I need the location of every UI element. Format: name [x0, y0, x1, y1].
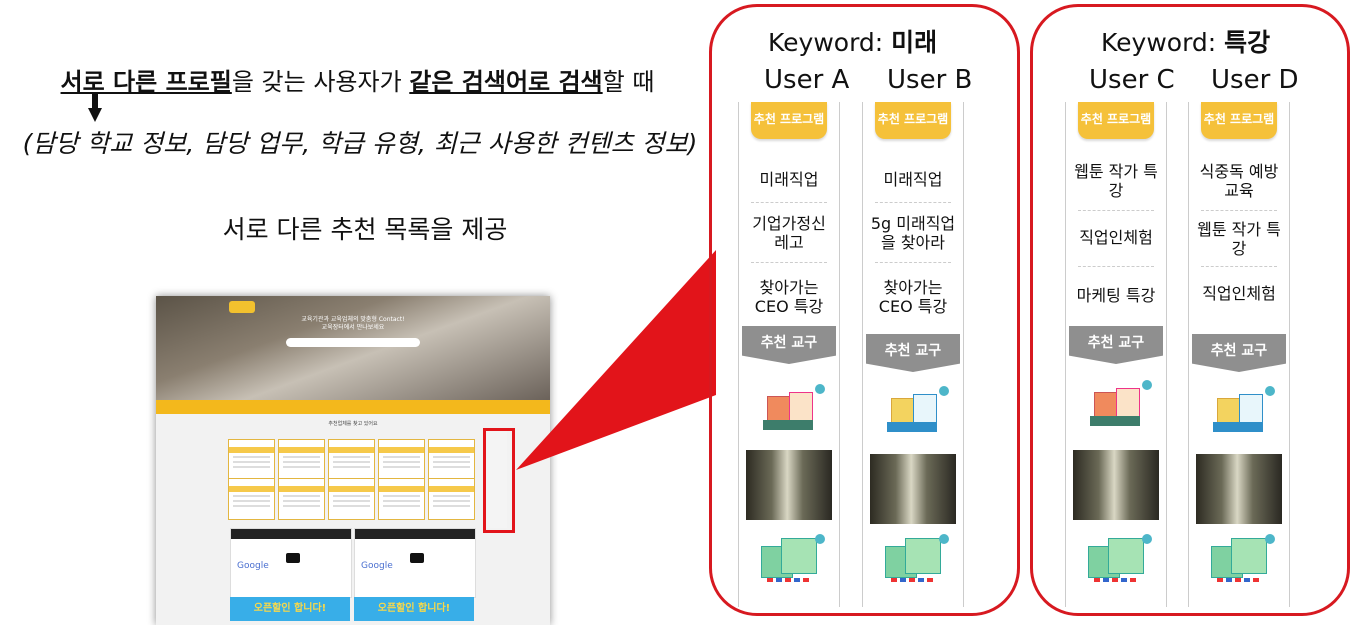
tool-game-image[interactable] [761, 534, 825, 582]
site-card[interactable] [378, 478, 425, 520]
site-card[interactable] [428, 478, 475, 520]
user-label: User A [764, 65, 850, 95]
video-brand: Google [361, 561, 393, 571]
site-promo-banner[interactable]: 오픈할인 합니다! [354, 597, 474, 621]
user-label: User C [1089, 65, 1175, 95]
hero-title-line1: 교육기관과 교육업체의 맞춤형 Contact! [301, 316, 405, 323]
program-item[interactable]: 직업인체험 [1070, 228, 1162, 247]
profile-info-note: (담당 학교 정보, 담당 업무, 학급 유형, 최근 사용한 컨텐츠 정보) [22, 129, 698, 158]
site-card[interactable] [228, 439, 275, 481]
site-section-title: 추천업체를 찾고 있어요 [328, 421, 378, 427]
site-video-card[interactable]: Google [354, 528, 476, 598]
site-card[interactable] [328, 478, 375, 520]
keyword-title: Keyword: 미래 [768, 23, 937, 59]
tool-product-image[interactable] [761, 384, 825, 434]
recommend-program-ribbon: 추천 프로그램 [1201, 102, 1277, 139]
recommend-tools-tab: 추천 교구 [1192, 334, 1286, 372]
headline: 서로 다른 프로필을 갖는 사용자가 같은 검색어로 검색할 때 [0, 62, 715, 97]
program-item[interactable]: 찾아가는 CEO 특강 [867, 278, 959, 316]
tool-photo[interactable] [870, 454, 956, 524]
sidebar-highlight-box [483, 428, 515, 533]
keyword-group-future: Keyword: 미래 User A User B 추천 프로그램 미래직업 기… [709, 4, 1020, 616]
program-item[interactable]: 직업인체험 [1193, 284, 1285, 303]
site-promo-banner[interactable]: 오픈할인 합니다! [230, 597, 350, 621]
recommend-program-ribbon: 추천 프로그램 [751, 102, 827, 139]
program-item[interactable]: 마케팅 특강 [1070, 286, 1162, 305]
keyword-group-special: Keyword: 특강 User C User D 추천 프로그램 웹툰 작가 … [1030, 4, 1350, 616]
site-card[interactable] [228, 478, 275, 520]
program-item[interactable]: 찾아가는 CEO 특강 [743, 278, 835, 316]
headline-connector: 을 갖는 사용자가 [231, 68, 410, 96]
headline-different-profile: 서로 다른 프로필 [60, 68, 232, 96]
site-logo [229, 301, 255, 313]
recommend-program-ribbon: 추천 프로그램 [1078, 102, 1154, 139]
user-label: User D [1211, 65, 1299, 95]
tool-product-image[interactable] [885, 386, 949, 436]
hero-title-line2: 교육장터에서 만나보세요 [321, 324, 385, 331]
user-recommend-column: 추천 프로그램 미래직업 기업가정신 레고 찾아가는 CEO 특강 추천 교구 [738, 102, 840, 607]
tool-product-image[interactable] [1088, 380, 1152, 430]
program-item[interactable]: 웹툰 작가 특 강 [1070, 162, 1162, 200]
tool-game-image[interactable] [1088, 534, 1152, 582]
user-recommend-column: 추천 프로그램 미래직업 5g 미래직업 을 찾아라 찾아가는 CEO 특강 추… [862, 102, 964, 607]
headline-tail: 할 때 [602, 68, 655, 96]
program-item[interactable]: 미래직업 [743, 170, 835, 189]
recommend-program-ribbon: 추천 프로그램 [875, 102, 951, 139]
program-item[interactable]: 식중독 예방 교육 [1193, 162, 1285, 200]
tool-photo[interactable] [1196, 454, 1282, 524]
result-note: 서로 다른 추천 목록을 제공 [222, 215, 508, 244]
keyword-label: Keyword: [1101, 28, 1225, 57]
play-icon[interactable] [286, 553, 300, 563]
site-search-input[interactable] [286, 338, 420, 347]
program-item[interactable]: 5g 미래직업 을 찾아라 [867, 214, 959, 252]
keyword-label: Keyword: [768, 28, 892, 57]
user-recommend-column: 추천 프로그램 식중독 예방 교육 웹툰 작가 특 강 직업인체험 추천 교구 [1188, 102, 1290, 607]
keyword-value: 미래 [891, 28, 938, 57]
user-label: User B [887, 65, 973, 95]
recommend-tools-tab: 추천 교구 [1069, 326, 1163, 364]
site-card[interactable] [378, 439, 425, 481]
tool-game-image[interactable] [1211, 534, 1275, 582]
program-item[interactable]: 기업가정신 레고 [743, 214, 835, 252]
site-card[interactable] [328, 439, 375, 481]
tool-photo[interactable] [1073, 450, 1159, 520]
tool-product-image[interactable] [1211, 386, 1275, 436]
program-item[interactable]: 미래직업 [867, 170, 959, 189]
site-card[interactable] [278, 439, 325, 481]
play-icon[interactable] [410, 553, 424, 563]
recommend-tools-tab: 추천 교구 [742, 326, 836, 364]
headline-same-search: 같은 검색어로 검색 [409, 68, 603, 96]
video-brand: Google [237, 561, 269, 571]
keyword-value: 특강 [1224, 28, 1271, 57]
keyword-title: Keyword: 특강 [1101, 23, 1270, 59]
hero-title: 교육기관과 교육업체의 맞춤형 Contact! 교육장터에서 만나보세요 [156, 316, 550, 332]
user-recommend-column: 추천 프로그램 웹툰 작가 특 강 직업인체험 마케팅 특강 추천 교구 [1065, 102, 1167, 607]
down-arrow-icon [88, 92, 102, 122]
site-video-card[interactable]: Google [230, 528, 352, 598]
program-item[interactable]: 웹툰 작가 특 강 [1193, 220, 1285, 258]
recommend-tools-tab: 추천 교구 [866, 334, 960, 372]
site-card[interactable] [278, 478, 325, 520]
tool-game-image[interactable] [885, 534, 949, 582]
tool-photo[interactable] [746, 450, 832, 520]
site-card[interactable] [428, 439, 475, 481]
site-menu-bar [156, 400, 550, 414]
hero-banner [156, 296, 550, 400]
